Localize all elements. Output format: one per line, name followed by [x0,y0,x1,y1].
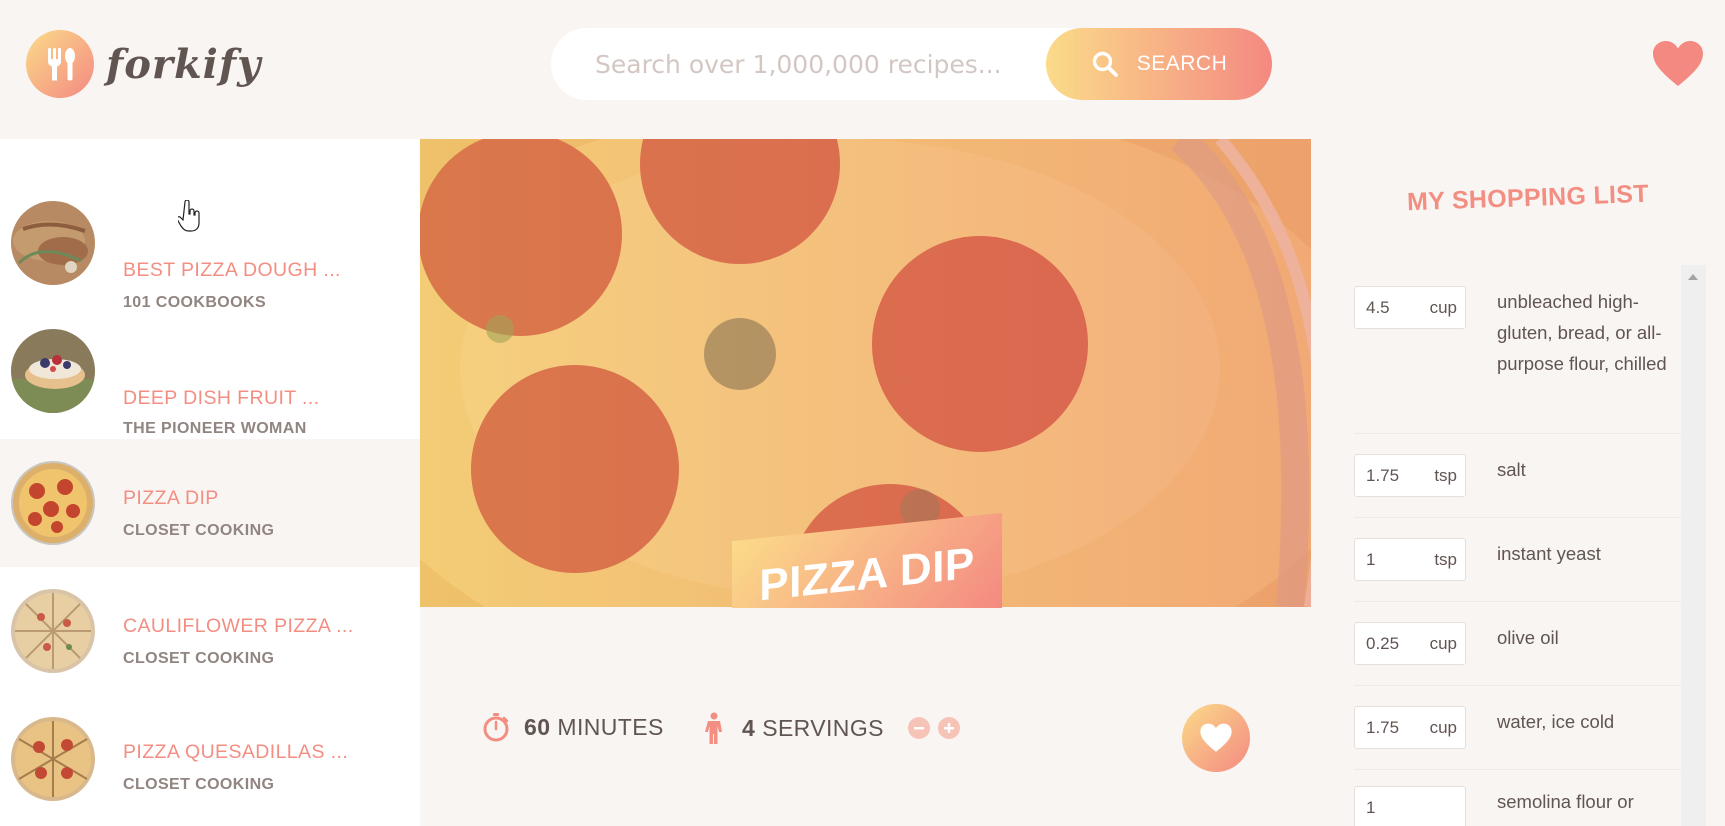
shopping-count-field[interactable]: 1 tsp [1354,538,1466,581]
shopping-count-field[interactable]: 1.75 tsp [1354,454,1466,497]
result-title: CAULIFLOWER PIZZA ... [123,615,354,637]
result-thumbnail [11,329,95,413]
logo[interactable]: forkify [26,30,261,98]
result-item[interactable]: PIZZA DIP CLOSET COOKING [0,439,420,567]
shopping-count-value: 4.5 [1366,297,1390,317]
result-author: CLOSET COOKING [123,776,275,793]
recipe-title: PIZZA DIP [759,538,975,611]
shopping-item: 1.75 tsp salt [1354,434,1690,518]
shopping-count-value: 1.75 [1366,465,1400,485]
result-item[interactable]: BEST PIZZA DOUGH ... 101 COOKBOOKS [0,179,420,311]
result-thumbnail [11,461,95,545]
recipe-servings-unit: SERVINGS [762,714,884,741]
result-title: PIZZA DIP [123,487,219,509]
search-button-label: SEARCH [1136,52,1228,75]
shopping-items: 4.5 cup unbleached high-gluten, bread, o… [1311,266,1707,826]
shopping-count-value: 0.25 [1366,633,1400,653]
result-title: DEEP DISH FRUIT ... [123,387,320,409]
love-button[interactable] [1182,704,1250,772]
servings-controls [907,717,968,739]
shopping-unit: cup [1429,633,1457,653]
shopping-item-description: semolina flour or [1497,791,1634,812]
shopping-count-value: 1.75 [1366,717,1400,737]
recipe-servings: 4 SERVINGS [703,712,968,744]
shopping-item-description: unbleached high-gluten, bread, or all-pu… [1497,291,1667,374]
header: forkify SEARCH [0,0,1725,139]
person-icon [705,712,722,744]
result-author: CLOSET COOKING [123,650,275,667]
recipe-time-unit: MINUTES [557,713,664,740]
shopping-count-field[interactable]: 1 [1354,786,1466,826]
shopping-item-description: instant yeast [1497,543,1601,564]
shopping-count-field[interactable]: 1.75 cup [1354,706,1466,749]
shopping-item-description: salt [1497,459,1526,480]
recipe-time: 60 MINUTES [482,712,664,742]
recipe-details: 60 MINUTES 4 SERVINGS [437,608,1295,826]
shopping-unit: tsp [1434,465,1457,485]
search-icon [1092,51,1118,77]
result-item[interactable]: PIZZA QUESADILLAS ... CLOSET COOKING [0,695,420,823]
result-title: PIZZA QUESADILLAS ... [123,741,349,763]
shopping-unit: cup [1429,717,1457,737]
shopping-scrollbar[interactable] [1681,265,1706,826]
shopping-item: 1 semolina flour or [1354,770,1690,826]
scroll-up-icon[interactable] [1688,274,1698,280]
shopping-title: MY SHOPPING LIST [1406,179,1650,217]
shopping-count-value: 1 [1366,797,1376,817]
result-title: BEST PIZZA DOUGH ... [123,259,341,281]
recipe-servings-value: 4 [742,714,756,741]
stopwatch-icon [483,713,509,742]
shopping-unit: cup [1429,297,1457,317]
heart-icon [1653,41,1703,86]
recipe-view: PIZZA DIP 60 MINUTES 4 SERVINGS [420,139,1311,826]
shopping-item: 1.75 cup water, ice cold [1354,686,1690,770]
shopping-item: 0.25 cup olive oil [1354,602,1690,686]
search-form: SEARCH [551,28,1272,100]
likes-menu[interactable] [1652,40,1704,88]
result-thumbnail [11,201,95,285]
plus-circle-icon[interactable] [937,717,960,739]
result-item[interactable]: CAULIFLOWER PIZZA ... CLOSET COOKING [0,567,420,695]
shopping-item-description: olive oil [1497,627,1559,648]
fork-spoon-icon [26,30,94,98]
app-name: forkify [106,40,262,88]
shopping-count-field[interactable]: 4.5 cup [1354,286,1466,329]
shopping-item: 1 tsp instant yeast [1354,518,1690,602]
result-thumbnail [11,589,95,673]
shopping-item-description: water, ice cold [1497,711,1615,732]
minus-circle-icon[interactable] [907,717,930,739]
hand-cursor-icon [178,200,200,232]
search-button[interactable]: SEARCH [1046,28,1272,100]
recipe-time-value: 60 [524,713,551,740]
search-results: BEST PIZZA DOUGH ... 101 COOKBOOKS DEEP … [0,139,420,826]
shopping-item: 4.5 cup unbleached high-gluten, bread, o… [1354,266,1690,434]
shopping-list: MY SHOPPING LIST 4.5 cup unbleached high… [1311,139,1725,826]
result-item[interactable]: DEEP DISH FRUIT ... THE PIONEER WOMAN [0,307,420,437]
shopping-unit: tsp [1434,549,1457,569]
result-author: THE PIONEER WOMAN [123,420,307,437]
result-thumbnail [11,717,95,801]
search-input[interactable] [595,28,1035,100]
shopping-count-value: 1 [1366,549,1376,569]
shopping-count-field[interactable]: 0.25 cup [1354,622,1466,665]
heart-icon [1200,723,1232,752]
result-author: CLOSET COOKING [123,522,275,539]
